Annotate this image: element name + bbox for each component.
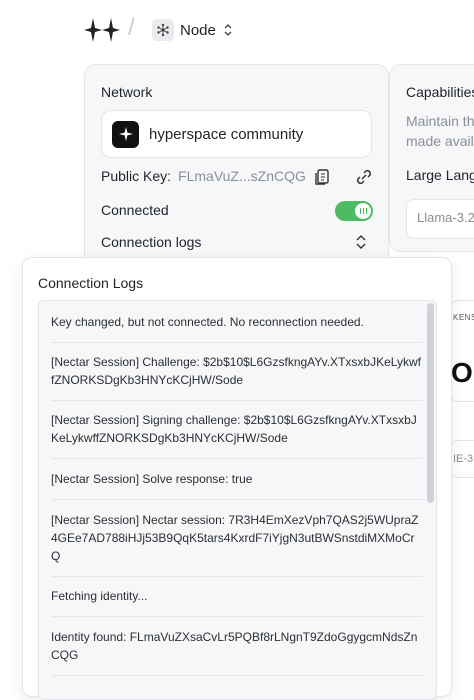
public-key-value: FLmaVuZ...sZnCQG — [178, 168, 306, 184]
logs-scrollbar[interactable] — [427, 303, 434, 503]
background-card: IE-3 — [450, 440, 474, 478]
community-name: hyperspace community — [149, 125, 304, 143]
node-network-icon — [152, 19, 174, 41]
capabilities-subsection: Large Lang — [406, 167, 474, 183]
capabilities-description: Maintain th made avail — [406, 111, 474, 151]
sparkles-logo-icon[interactable] — [84, 16, 120, 44]
log-divider — [51, 400, 423, 401]
link-icon[interactable] — [355, 168, 373, 186]
log-divider — [51, 342, 423, 343]
capabilities-title: Capabilities — [406, 84, 474, 100]
connection-logs-row[interactable]: Connection logs — [101, 234, 373, 250]
log-divider — [51, 458, 423, 459]
node-selector[interactable]: Node — [152, 18, 232, 42]
chevron-up-down-icon[interactable] — [355, 234, 367, 250]
model-select[interactable]: Llama-3.2 — [406, 199, 474, 239]
connection-logs-label: Connection logs — [101, 234, 202, 250]
background-card-label: KENS — [453, 313, 474, 322]
copy-icon[interactable] — [313, 168, 331, 186]
background-card-big-text: OM — [451, 357, 474, 388]
log-entry: Identity found: FLmaVuZXsaCvLr5PQBf8rLNg… — [51, 630, 418, 662]
connection-logs-popover: Connection Logs Key changed, but not con… — [22, 257, 452, 700]
capabilities-panel: Capabilities Maintain th made avail Larg… — [389, 64, 474, 252]
model-select-value: Llama-3.2 — [417, 210, 474, 225]
log-entry: Key changed, but not connected. No recon… — [51, 315, 364, 329]
log-divider — [51, 616, 423, 617]
log-entry: [Nectar Session] Solve response: true — [51, 472, 253, 486]
connected-toggle[interactable] — [335, 201, 373, 221]
connection-logs-title: Connection Logs — [38, 275, 144, 291]
toggle-knob — [355, 203, 371, 219]
breadcrumb-separator: / — [128, 14, 135, 41]
public-key-row: Public Key: FLmaVuZ...sZnCQG — [101, 168, 373, 186]
community-card[interactable]: hyperspace community — [101, 110, 372, 158]
top-bar: / Node — [0, 0, 474, 60]
background-card-text: IE-3 — [453, 453, 474, 465]
star-icon — [112, 120, 139, 148]
log-entry: [Nectar Session] Challenge: $2b$10$L6Gzs… — [51, 355, 421, 387]
log-entry: [Nectar Session] Signing challenge: $2b$… — [51, 413, 417, 445]
log-entry: Fetching identity... — [51, 589, 148, 603]
chevron-up-down-icon — [224, 24, 232, 36]
background-card: KENS OM — [450, 300, 474, 402]
log-entry: [Nectar Session] Nectar session: 7R3H4Em… — [51, 513, 419, 563]
log-divider — [51, 675, 423, 676]
public-key-label: Public Key: — [101, 168, 172, 184]
connected-row: Connected — [101, 201, 373, 221]
log-divider — [51, 499, 423, 500]
network-title: Network — [101, 84, 153, 100]
logs-list[interactable]: Key changed, but not connected. No recon… — [38, 300, 437, 700]
capabilities-desc-line1: Maintain th — [406, 113, 474, 129]
capabilities-desc-line2: made avail — [406, 133, 474, 149]
log-divider — [51, 576, 423, 577]
connected-label: Connected — [101, 202, 169, 218]
node-label: Node — [180, 21, 216, 39]
